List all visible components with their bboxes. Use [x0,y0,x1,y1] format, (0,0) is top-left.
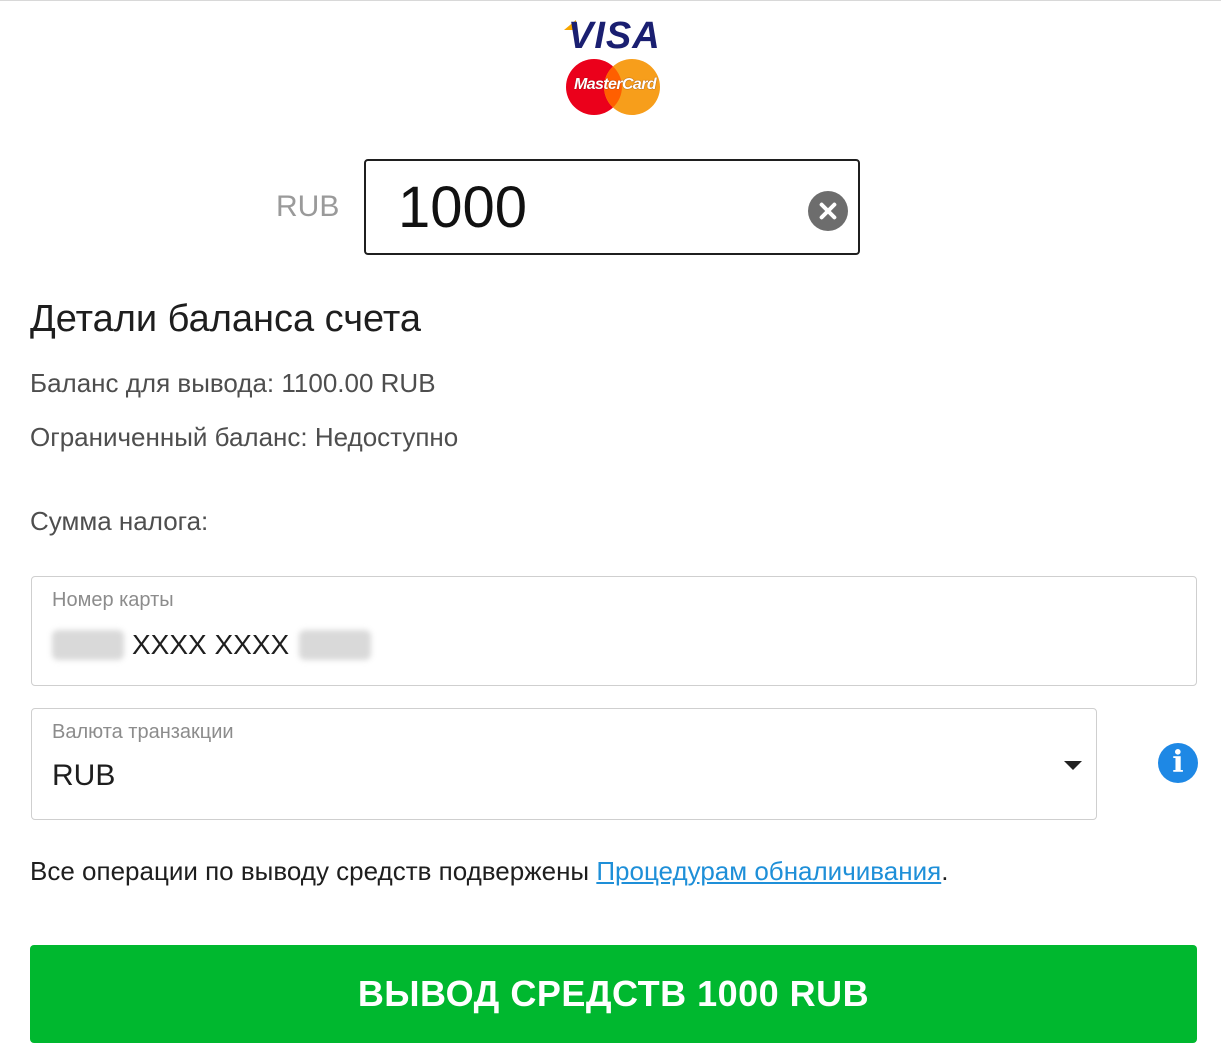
card-number-value[interactable]: XXXX XXXX [52,627,372,663]
card-number-redacted-start [52,630,124,660]
card-number-field[interactable]: Номер карты XXXX XXXX [31,576,1197,686]
withdraw-balance-text: Баланс для вывода: 1100.00 RUB [30,368,436,398]
restricted-balance-text: Ограниченный баланс: Недоступно [30,422,459,452]
tax-amount-text: Сумма налога: [30,506,209,536]
visa-logo: VISA [568,15,661,57]
card-number-label: Номер карты [52,589,174,611]
section-title: Детали баланса счета [30,298,422,340]
withdraw-button[interactable]: ВЫВОД СРЕДСТВ 1000 RUB [30,945,1197,1043]
top-border [0,0,1221,1]
amount-value[interactable]: 1000 [398,175,527,241]
clear-amount-icon[interactable] [808,191,848,231]
cashout-procedures-link[interactable]: Процедурам обналичивания [596,856,941,886]
notice-text: Все операции по выводу средств подвержен… [30,856,597,886]
transaction-currency-value[interactable]: RUB [52,759,115,793]
card-number-redacted-end [299,630,372,660]
amount-currency-label: RUB [276,190,340,223]
transaction-currency-label: Валюта транзакции [52,721,234,743]
notice-suffix: . [941,856,949,886]
caret-down-icon[interactable] [1064,761,1082,770]
info-icon[interactable]: i [1158,743,1198,783]
payment-logos: VISA MasterCard [560,14,670,118]
mastercard-logo: MasterCard [573,76,657,93]
transaction-currency-select[interactable]: Валюта транзакции RUB [31,708,1097,820]
cashout-notice: Все операции по выводу средств подвержен… [30,856,948,887]
amount-input[interactable]: 1000 [364,159,860,255]
card-number-masked: XXXX XXXX [132,629,290,660]
